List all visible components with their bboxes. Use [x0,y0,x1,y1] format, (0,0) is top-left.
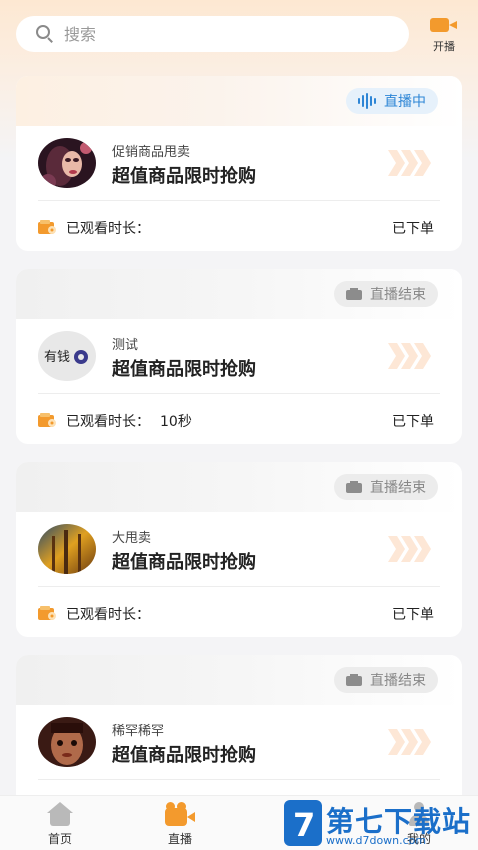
avatar [38,138,96,188]
session-title: 超值商品限时抢购 [112,166,256,187]
live-session-card[interactable]: 直播结束 有钱 测试 超值商品限时抢购 已观看时长： 10秒 已下单 [16,269,462,444]
search-bar[interactable] [16,16,409,52]
avatar [38,524,96,574]
status-badge: 直播结束 [334,667,438,693]
home-icon [47,802,73,826]
chevron-right-icon [388,729,431,755]
shop-name: 稀罕稀罕 [112,724,165,739]
status-badge: 直播中 [346,88,438,114]
shop-name: 大甩卖 [112,531,152,546]
live-icon [165,802,195,826]
wallet-icon [38,606,56,620]
session-title: 超值商品限时抢购 [112,552,256,573]
order-status: 已下单 [392,607,434,623]
tab-live[interactable]: 直播 [150,802,210,847]
session-title: 超值商品限时抢购 [112,745,256,766]
search-input[interactable] [64,24,364,44]
watch-duration: 已观看时长： 10秒 [66,414,192,430]
avatar: 有钱 [38,331,96,381]
sound-wave-icon [358,93,378,109]
wallet-icon [38,413,56,427]
chevron-right-icon [388,150,431,176]
watermark-logo-icon: 7 [284,800,322,846]
avatar-logo-text: 有钱 [44,350,70,365]
site-watermark: 7 第七下载站 www.d7down.com [282,798,478,850]
session-title: 超值商品限时抢购 [112,359,256,380]
live-session-card[interactable]: 直播中 促销商品甩卖 超值商品限时抢购 已观看时长： 已下单 [16,76,462,251]
search-icon [36,25,54,43]
svg-text:7: 7 [293,806,315,844]
watch-duration: 已观看时长： [66,607,150,623]
watermark-url: www.d7down.com [326,834,427,847]
chevron-right-icon [388,343,431,369]
avatar [38,717,96,767]
tv-icon [346,481,362,493]
tv-icon [346,288,362,300]
live-session-card[interactable]: 直播结束 大甩卖 超值商品限时抢购 已观看时长： 已下单 [16,462,462,637]
tab-label: 首页 [47,832,72,846]
order-status: 已下单 [392,221,434,237]
watch-duration: 已观看时长： [66,221,150,237]
go-live-label: 开播 [433,40,455,53]
wallet-icon [38,220,56,234]
go-live-button[interactable]: 开播 [424,16,464,54]
video-camera-icon [430,16,458,34]
tv-icon [346,674,362,686]
tab-label: 直播 [167,832,192,846]
order-status: 已下单 [392,414,434,430]
status-badge: 直播结束 [334,474,438,500]
status-badge: 直播结束 [334,281,438,307]
chevron-right-icon [388,536,431,562]
shop-name: 促销商品甩卖 [112,145,191,160]
tab-home[interactable]: 首页 [30,802,90,847]
shop-name: 测试 [112,338,139,353]
top-bar: 开播 [0,0,478,68]
